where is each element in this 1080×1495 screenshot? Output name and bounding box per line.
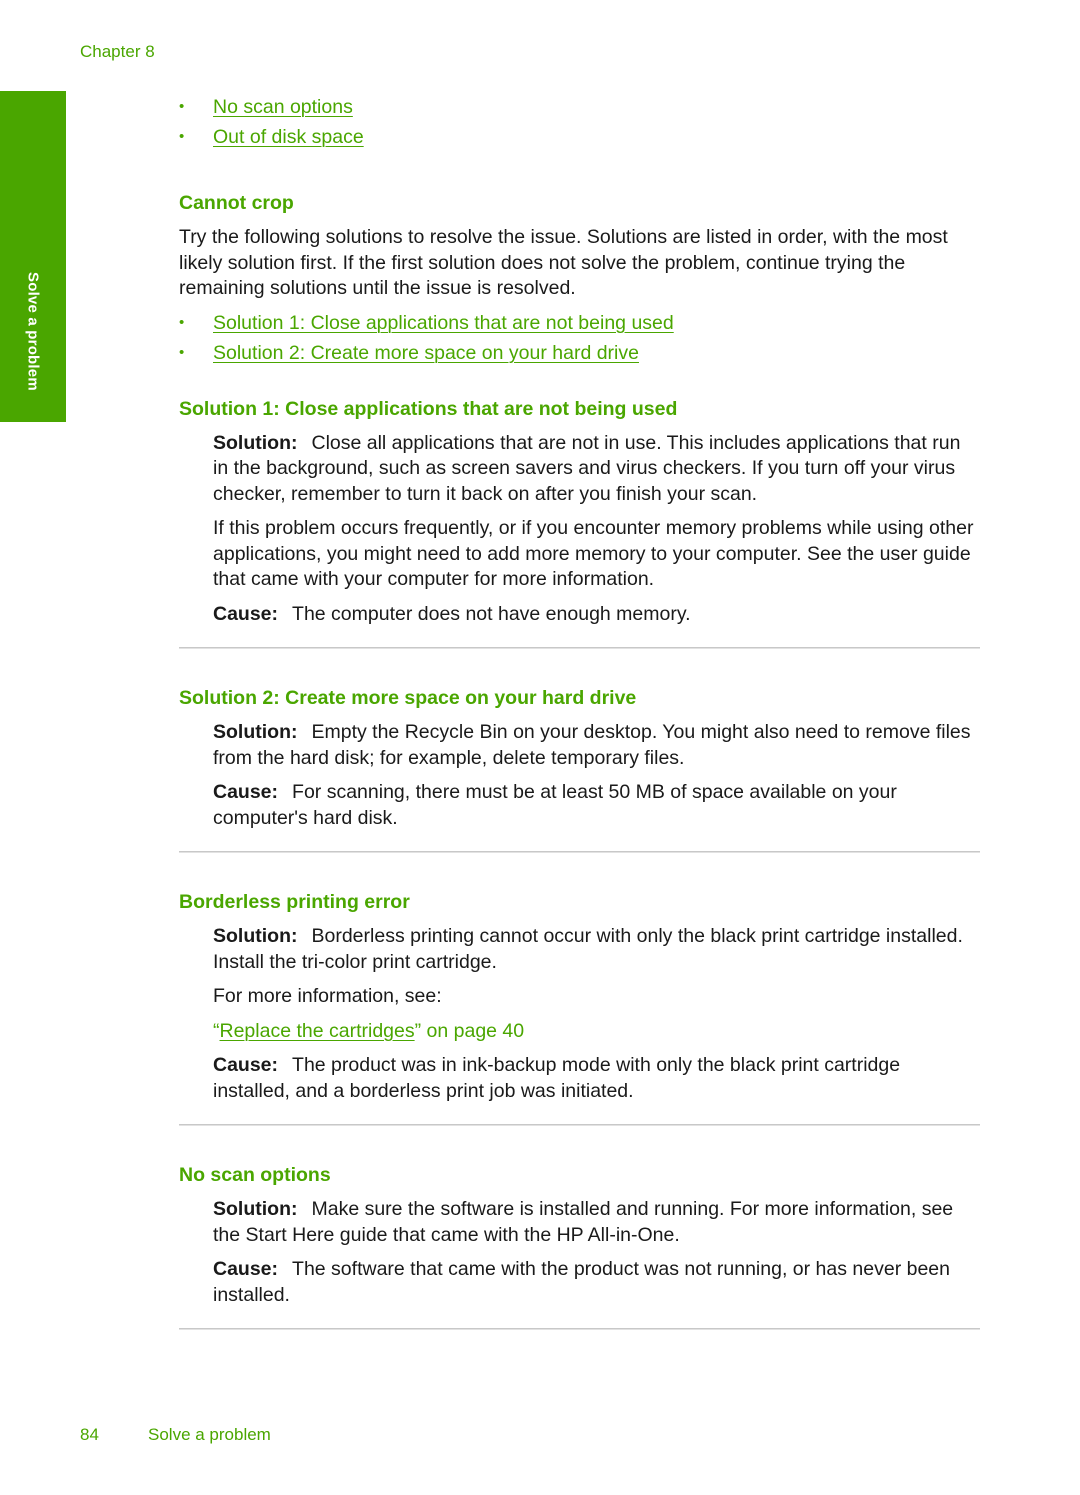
page-number: 84	[80, 1425, 99, 1444]
borderless-body: Solution: Borderless printing cannot occu…	[179, 924, 980, 1104]
solution-label: Solution:	[213, 925, 298, 947]
cannot-crop-intro: Try the following solutions to resolve t…	[179, 226, 948, 299]
bullet-icon: •	[179, 128, 185, 145]
cause-text: For scanning, there must be at least 50 …	[213, 781, 897, 829]
link-solution-2[interactable]: Solution 2: Create more space on your ha…	[213, 342, 639, 364]
side-tab-label: Solve a problem	[24, 272, 42, 391]
footer-section: Solve a problem	[148, 1425, 271, 1444]
top-link-list: • No scan options • Out of disk space	[179, 92, 980, 152]
chapter-label: Chapter 8	[80, 42, 155, 61]
bullet-icon: •	[179, 98, 185, 115]
cause-text: The software that came with the product …	[213, 1258, 950, 1306]
section-divider	[179, 1124, 980, 1126]
more-info-text: For more information, see:	[213, 985, 442, 1007]
solution-text: Make sure the software is installed and …	[213, 1198, 954, 1246]
bullet-icon: •	[179, 313, 185, 331]
cause-label: Cause:	[213, 781, 279, 803]
link-no-scan-options[interactable]: No scan options	[213, 96, 353, 118]
heading-no-scan-options: No scan options	[179, 1164, 331, 1186]
cross-reference: “Replace the cartridges” on page 40	[213, 1019, 980, 1045]
no-scan-body: Solution: Make sure the software is insta…	[179, 1197, 980, 1308]
cause-label: Cause:	[213, 1258, 279, 1280]
solution-label: Solution:	[213, 1198, 298, 1220]
cause-text: The product was in ink-backup mode with …	[213, 1054, 901, 1102]
list-item: • Solution 1: Close applications that are…	[179, 308, 980, 338]
cause-label: Cause:	[213, 1054, 279, 1076]
solution-link-list: • Solution 1: Close applications that are…	[179, 308, 980, 368]
list-item: • No scan options	[179, 92, 980, 122]
section-divider	[179, 647, 980, 649]
heading-solution-1: Solution 1: Close applications that are …	[179, 397, 678, 420]
heading-solution-2: Solution 2: Create more space on your ha…	[179, 687, 637, 709]
link-out-of-disk-space[interactable]: Out of disk space	[213, 126, 364, 148]
solution-label: Solution:	[213, 431, 298, 454]
solution-text: Borderless printing cannot occur with on…	[213, 925, 963, 973]
solution-text: Empty the Recycle Bin on your desktop. Y…	[213, 721, 971, 769]
heading-cannot-crop: Cannot crop	[179, 192, 294, 214]
solution-1-body: Solution: Close all applications that are…	[179, 431, 980, 628]
list-item: • Out of disk space	[179, 122, 980, 152]
page-ref: ” on page 40	[414, 1019, 525, 1042]
section-divider	[179, 1328, 980, 1330]
link-replace-cartridges[interactable]: Replace the cartridges	[220, 1020, 415, 1042]
page-footer: 84 Solve a problem	[80, 1425, 271, 1445]
cause-label: Cause:	[213, 602, 279, 625]
solution-label: Solution:	[213, 721, 298, 743]
list-item: • Solution 2: Create more space on your h…	[179, 338, 980, 368]
section-divider	[179, 851, 980, 853]
solution-1-extra: If this problem occurs frequently, or if…	[213, 517, 974, 590]
page-content: • No scan options • Out of disk space Cann…	[179, 92, 980, 1330]
cause-text: The computer does not have enough memory…	[292, 602, 691, 625]
link-solution-1[interactable]: Solution 1: Close applications that are …	[213, 312, 674, 334]
solution-2-body: Solution: Empty the Recycle Bin on your d…	[179, 720, 980, 831]
solution-text: Close all applications that are not in u…	[213, 431, 961, 505]
heading-borderless: Borderless printing error	[179, 891, 410, 913]
bullet-icon: •	[179, 343, 185, 361]
